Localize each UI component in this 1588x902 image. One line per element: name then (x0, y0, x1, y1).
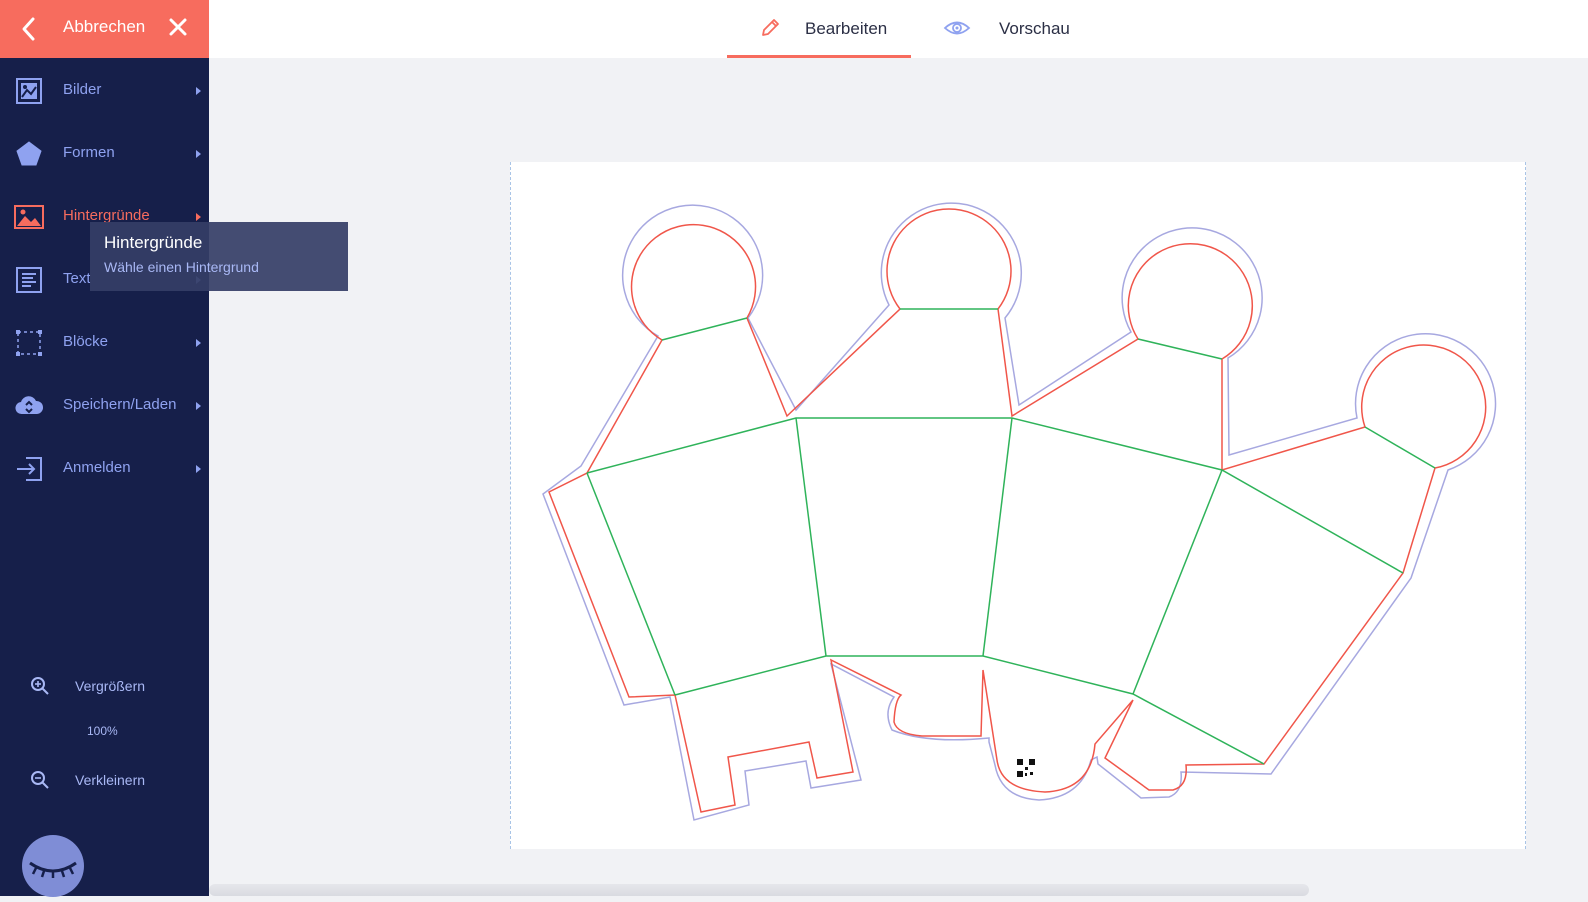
zoom-out-label: Verkleinern (75, 772, 146, 788)
sidebar-item-bloecke[interactable]: Blöcke (0, 318, 209, 368)
sidebar: Abbrechen Bilder Formen Hintergründe Tex… (0, 0, 209, 897)
text-lines-icon (16, 267, 42, 293)
sidebar-item-anmelden[interactable]: Anmelden (0, 444, 209, 494)
tab-preview[interactable]: Vorschau (921, 0, 1081, 58)
zoom-in-icon (31, 677, 49, 695)
sidebar-item-label: Blöcke (63, 333, 109, 350)
image-frame-icon (16, 78, 42, 104)
caret-right-icon (196, 402, 201, 410)
avatar[interactable] (22, 835, 84, 897)
sidebar-item-label: Formen (63, 144, 115, 161)
tab-label: Bearbeiten (805, 19, 888, 38)
block-select-icon (16, 330, 42, 356)
close-icon[interactable] (168, 17, 188, 37)
box-template (542, 202, 1497, 821)
sidebar-item-formen[interactable]: Formen (0, 129, 209, 179)
qr-code (1017, 759, 1035, 777)
sidebar-item-label: Text (63, 270, 91, 287)
zoom-in-label: Vergrößern (75, 678, 146, 694)
top-bar: Bearbeiten Vorschau (209, 0, 1588, 58)
zoom-in-button[interactable]: Vergrößern (0, 670, 209, 702)
pentagon-icon (16, 141, 42, 166)
sidebar-item-speichern-laden[interactable]: Speichern/Laden (0, 381, 209, 431)
zoom-out-button[interactable]: Verkleinern (0, 764, 209, 796)
sidebar-item-label: Anmelden (63, 459, 131, 476)
fold-lines (586, 308, 1436, 765)
cloud-sync-icon (15, 396, 44, 415)
caret-right-icon (196, 87, 201, 95)
tooltip-subtitle: Wähle einen Hintergrund (104, 259, 259, 275)
sidebar-item-label: Bilder (63, 81, 102, 98)
caret-right-icon (196, 150, 201, 158)
cancel-label[interactable]: Abbrechen (63, 17, 145, 37)
horizontal-scrollbar[interactable] (209, 884, 1309, 896)
zoom-level: 100% (87, 724, 118, 738)
closed-eye-icon (29, 861, 77, 878)
pencil-icon (762, 19, 779, 36)
tooltip: Hintergründe Wähle einen Hintergrund (90, 222, 348, 291)
caret-right-icon (196, 465, 201, 473)
zoom-out-icon (31, 771, 49, 789)
sidebar-item-bilder[interactable]: Bilder (0, 66, 209, 116)
cut-outline (548, 208, 1487, 813)
tooltip-title: Hintergründe (104, 233, 203, 252)
login-arrow-icon (17, 457, 42, 481)
cancel-bar[interactable]: Abbrechen (0, 0, 209, 58)
caret-right-icon (196, 339, 201, 347)
eye-icon (943, 21, 971, 35)
bleed-outline (542, 202, 1497, 821)
tab-label: Vorschau (999, 19, 1070, 38)
chevron-left-icon[interactable] (18, 15, 40, 43)
caret-right-icon (196, 213, 201, 221)
tab-edit[interactable]: Bearbeiten (727, 0, 911, 58)
landscape-icon (14, 205, 44, 229)
sidebar-item-label: Speichern/Laden (63, 396, 177, 413)
design-canvas[interactable] (510, 162, 1526, 849)
